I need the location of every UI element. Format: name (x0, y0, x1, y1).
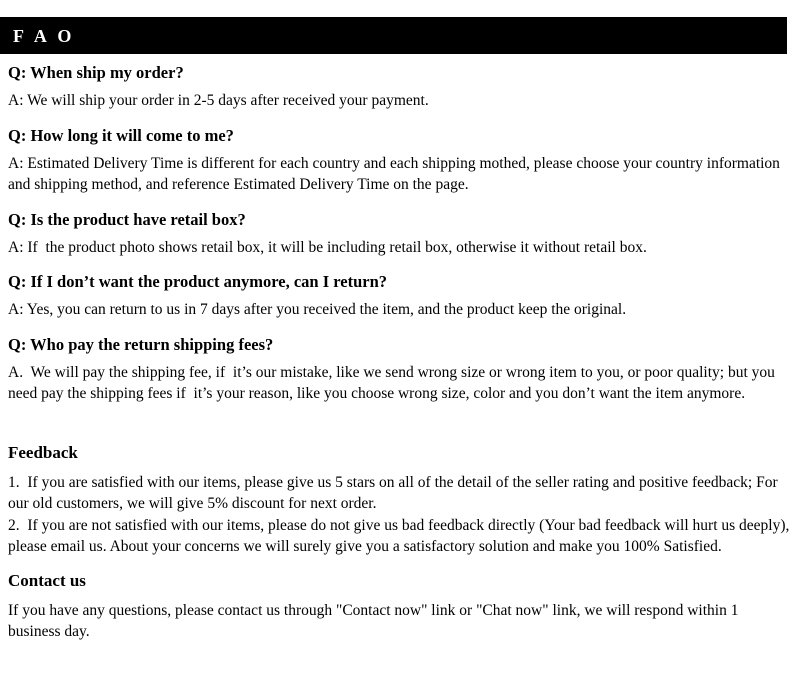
faq-item: Q: How long it will come to me? A: Estim… (8, 125, 792, 196)
faq-item: Q: Is the product have retail box? A: If… (8, 209, 792, 259)
contact-section: Contact us If you have any questions, pl… (8, 570, 792, 643)
faq-item: Q: Who pay the return shipping fees? A. … (8, 334, 792, 405)
faq-item: Q: When ship my order? A: We will ship y… (8, 62, 792, 112)
header-bar: F A O (0, 17, 787, 54)
faq-answer: A: Yes, you can return to us in 7 days a… (8, 301, 627, 318)
page-title: F A O (13, 25, 75, 46)
faq-page: F A O Q: When ship my order? A: We will … (0, 0, 800, 700)
faq-item: Q: If I don’t want the product anymore, … (8, 271, 792, 321)
feedback-item-2: 2. If you are not satisfied with our ite… (8, 516, 794, 556)
faq-question: Q: Is the product have retail box? (8, 209, 246, 229)
feedback-item-1: 1. If you are satisfied with our items, … (8, 473, 782, 513)
faq-question: Q: If I don’t want the product anymore, … (8, 272, 388, 291)
contact-body: If you have any questions, please contac… (8, 601, 743, 641)
faq-answer: A: We will ship your order in 2-5 days a… (8, 92, 429, 109)
faq-question: Q: Who pay the return shipping fees? (8, 334, 274, 354)
faq-answer: A. We will pay the shipping fee, if it’s… (8, 363, 779, 403)
contact-heading: Contact us (8, 570, 86, 590)
faq-content: Q: When ship my order? A: We will ship y… (8, 62, 792, 643)
faq-answer: A: Estimated Delivery Time is different … (8, 154, 784, 194)
faq-answer: A: If the product photo shows retail box… (8, 238, 647, 256)
feedback-section: Feedback 1. If you are satisfied with ou… (8, 442, 792, 558)
faq-question: Q: When ship my order? (8, 63, 184, 82)
feedback-heading: Feedback (8, 442, 78, 462)
faq-question: Q: How long it will come to me? (8, 125, 234, 145)
